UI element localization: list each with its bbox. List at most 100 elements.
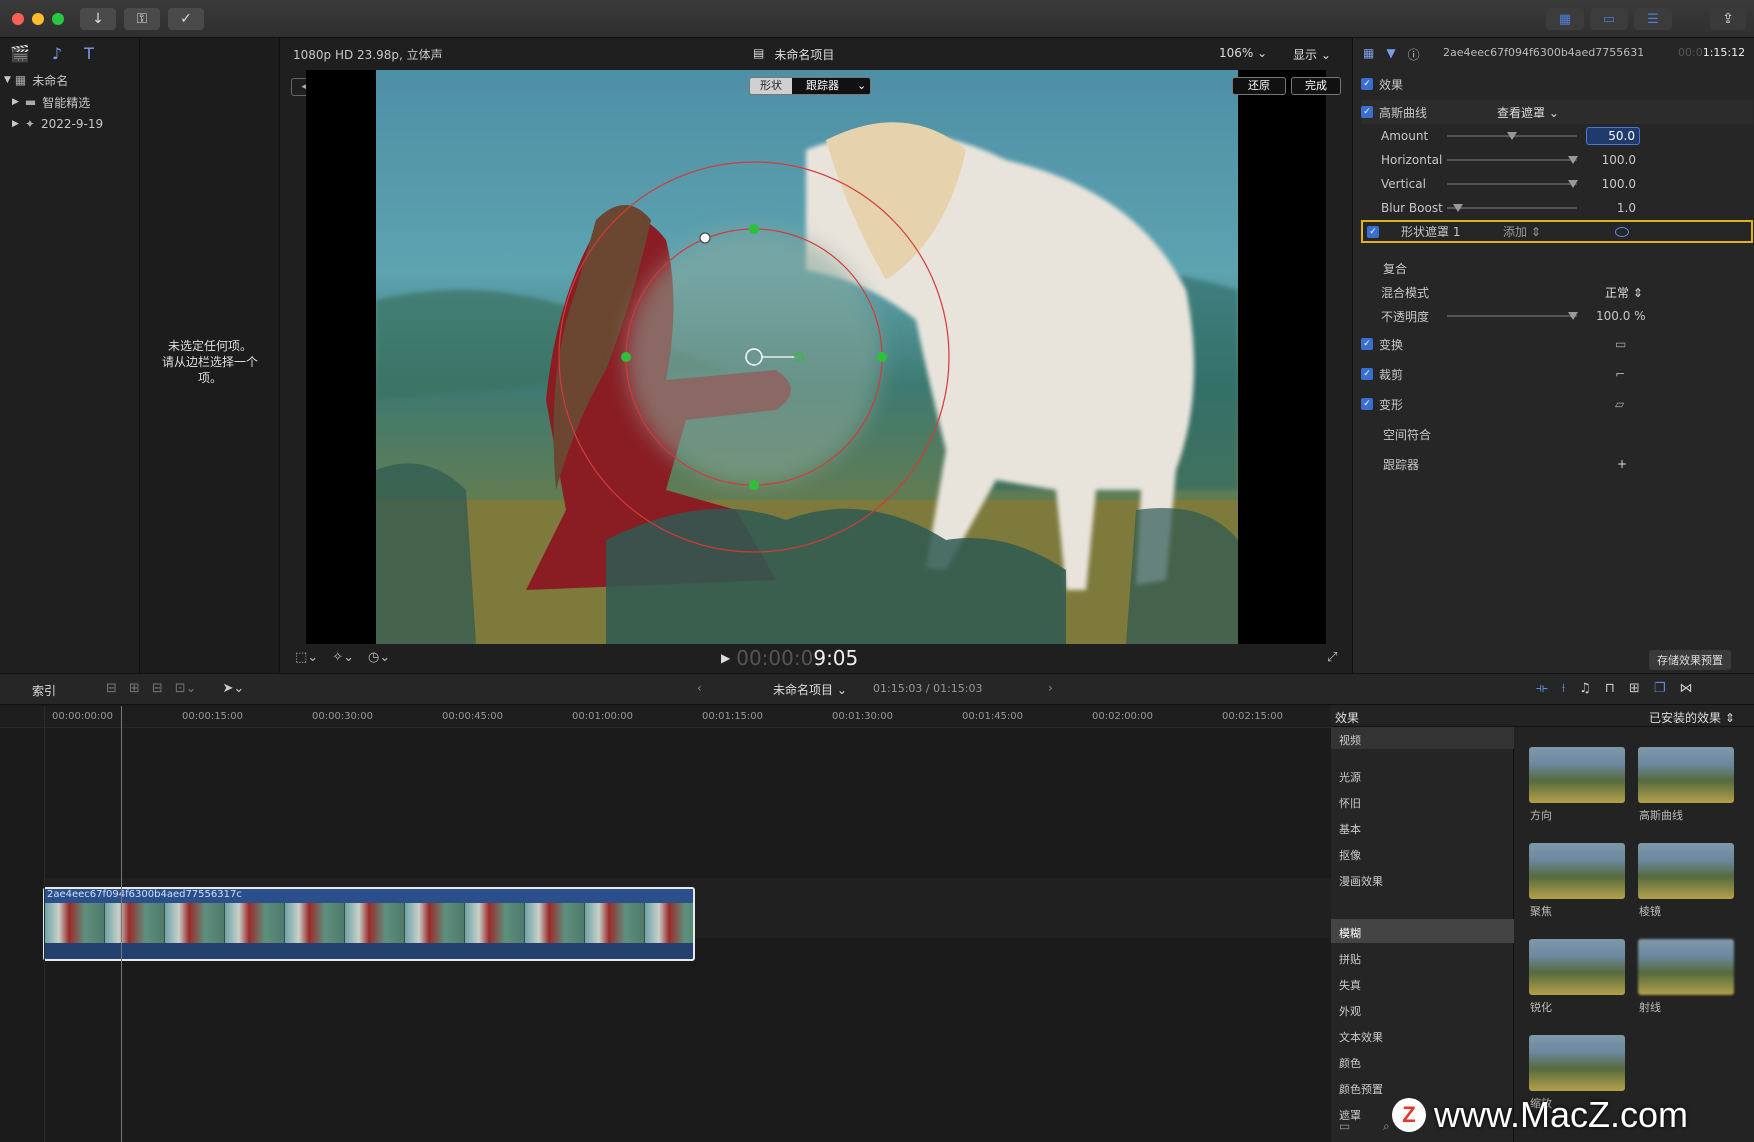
effects-browser-icon[interactable]: ❐ bbox=[1654, 681, 1666, 696]
done-button[interactable]: 完成 bbox=[1291, 77, 1341, 95]
tracker-tab[interactable]: 跟踪器 bbox=[792, 78, 853, 94]
distort-checkbox[interactable]: ✓ bbox=[1361, 398, 1373, 410]
mask-mode-control[interactable]: 形状 跟踪器 ⌄ bbox=[749, 77, 872, 95]
blend-mode-menu[interactable]: 正常 ⇕ bbox=[1605, 284, 1643, 301]
effect-thumb-zoom[interactable] bbox=[1529, 1035, 1625, 1091]
distort-onscreen-icon[interactable]: ▱ bbox=[1615, 397, 1624, 411]
index-button[interactable]: 索引 bbox=[32, 682, 56, 699]
timeline-toggle-button[interactable]: ▭ bbox=[1590, 8, 1628, 30]
clip-appearance-icon[interactable]: ⊞ bbox=[1629, 681, 1640, 696]
timeline-clip[interactable]: 2ae4eec67f094f6300b4aed77556317c bbox=[43, 887, 695, 961]
skimming-icon[interactable]: ⟛ bbox=[1536, 681, 1548, 696]
crop-section[interactable]: ✓ 裁剪 ⌐ bbox=[1361, 362, 1753, 386]
video-inspector-icon[interactable]: ▦ bbox=[1363, 46, 1374, 63]
snapping-icon[interactable]: ⊓ bbox=[1605, 681, 1615, 696]
vertical-value[interactable]: 100.0 bbox=[1596, 177, 1636, 191]
enhance-tool-icon[interactable]: ✧⌄ bbox=[332, 650, 354, 665]
shape-tab[interactable]: 形状 bbox=[750, 78, 792, 94]
tracker-menu-chevron[interactable]: ⌄ bbox=[853, 78, 871, 94]
connect-clip-icon[interactable]: ⊟ bbox=[106, 681, 117, 696]
category-item[interactable]: 怀旧 bbox=[1339, 795, 1361, 811]
shape-mask-checkbox[interactable]: ✓ bbox=[1367, 225, 1379, 238]
insert-clip-icon[interactable]: ⊞ bbox=[129, 681, 140, 696]
view-mask-menu[interactable]: 查看遮罩 ⌄ bbox=[1497, 104, 1559, 121]
effects-checkbox[interactable]: ✓ bbox=[1361, 78, 1373, 90]
project-menu[interactable]: 未命名项目 ⌄ bbox=[773, 681, 847, 698]
history-forward-icon[interactable]: › bbox=[1048, 681, 1053, 695]
category-item[interactable]: 拼贴 bbox=[1339, 951, 1361, 967]
minimize-window-button[interactable] bbox=[32, 13, 44, 25]
import-button[interactable]: ↓ bbox=[80, 8, 116, 30]
slider-knob[interactable] bbox=[1507, 132, 1517, 140]
library-root[interactable]: ▼ ▦ 未命名 bbox=[4, 70, 68, 90]
select-tool-icon[interactable]: ➤⌄ bbox=[223, 681, 245, 696]
category-item[interactable]: 抠像 bbox=[1339, 847, 1361, 863]
keywords-button[interactable]: ⚿ bbox=[124, 8, 160, 30]
append-clip-icon[interactable]: ⊟ bbox=[152, 681, 163, 696]
headphones-icon[interactable]: ♫ bbox=[1579, 681, 1591, 696]
amount-value-field[interactable]: 50.0 bbox=[1586, 127, 1640, 145]
add-tracker-icon[interactable]: + bbox=[1617, 457, 1627, 471]
effect-thumb-prism[interactable] bbox=[1638, 843, 1734, 899]
sidebar-toggle-icon[interactable]: ▭ bbox=[1339, 1119, 1350, 1133]
zoom-menu[interactable]: 106% ⌄ bbox=[1219, 46, 1267, 60]
opacity-slider[interactable] bbox=[1447, 315, 1577, 317]
info-icon[interactable]: ⓘ bbox=[1408, 46, 1420, 63]
param-row-blur-boost[interactable]: Blur Boost 1.0 bbox=[1361, 196, 1753, 220]
effect-thumb-direction[interactable] bbox=[1529, 747, 1625, 803]
category-item[interactable]: 颜色 bbox=[1339, 1055, 1361, 1071]
timeline-ruler[interactable]: 00:00:00:00 00:00:15:00 00:00:30:00 00:0… bbox=[0, 706, 1331, 728]
audio-skimming-icon[interactable]: ⟊ bbox=[1562, 681, 1565, 696]
category-item[interactable]: 外观 bbox=[1339, 1003, 1361, 1019]
background-tasks-button[interactable]: ✓ bbox=[168, 8, 204, 30]
param-row-horizontal[interactable]: Horizontal 100.0 bbox=[1361, 148, 1753, 172]
zoom-window-button[interactable] bbox=[52, 13, 64, 25]
display-menu[interactable]: 显示 ⌄ bbox=[1293, 46, 1331, 63]
library-item-smart-collections[interactable]: ▶ ▬ 智能精选 bbox=[12, 92, 90, 112]
horizontal-value[interactable]: 100.0 bbox=[1596, 153, 1636, 167]
blur-boost-value[interactable]: 1.0 bbox=[1596, 201, 1636, 215]
speed-tool-icon[interactable]: ◷⌄ bbox=[368, 650, 390, 665]
color-inspector-icon[interactable]: ▼ bbox=[1386, 46, 1395, 63]
effect-thumb-radial[interactable] bbox=[1638, 939, 1734, 995]
blend-mode-row[interactable]: 混合模式 正常 ⇕ bbox=[1361, 280, 1753, 304]
vertical-slider[interactable] bbox=[1447, 183, 1577, 185]
crop-onscreen-icon[interactable]: ⌐ bbox=[1615, 367, 1625, 381]
category-item[interactable]: 颜色预置 bbox=[1339, 1081, 1383, 1097]
transitions-browser-icon[interactable]: ⋈ bbox=[1679, 681, 1692, 696]
browser-toggle-button[interactable]: ▦ bbox=[1546, 8, 1584, 30]
slider-knob[interactable] bbox=[1568, 312, 1578, 320]
effect-thumb-sharpen[interactable] bbox=[1529, 939, 1625, 995]
slider-knob[interactable] bbox=[1453, 204, 1463, 212]
transform-section[interactable]: ✓ 变换 ▭ bbox=[1361, 332, 1753, 356]
distort-section[interactable]: ✓ 变形 ▱ bbox=[1361, 392, 1753, 416]
overwrite-clip-icon[interactable]: ⊡⌄ bbox=[175, 681, 197, 696]
opacity-value[interactable]: 100.0 % bbox=[1596, 309, 1654, 323]
crop-checkbox[interactable]: ✓ bbox=[1361, 368, 1373, 380]
transform-onscreen-icon[interactable]: ▭ bbox=[1615, 337, 1626, 351]
category-item[interactable]: 文本效果 bbox=[1339, 1029, 1383, 1045]
effects-section[interactable]: ✓ 效果 bbox=[1361, 72, 1753, 96]
titles-generators-icon[interactable]: T bbox=[84, 44, 94, 63]
reset-button[interactable]: 还原 bbox=[1232, 77, 1286, 95]
close-window-button[interactable] bbox=[12, 13, 24, 25]
play-icon[interactable]: ▶ bbox=[721, 651, 730, 665]
mask-add-menu[interactable]: 添加 ⇕ bbox=[1503, 223, 1541, 240]
category-blur-selected[interactable]: 模糊 bbox=[1339, 925, 1361, 941]
composite-section[interactable]: 复合 bbox=[1361, 256, 1753, 280]
save-effects-preset-button[interactable]: 存储效果预置 bbox=[1649, 650, 1731, 670]
category-item[interactable]: 失真 bbox=[1339, 977, 1361, 993]
gaussian-effect-row[interactable]: ✓ 高斯曲线 查看遮罩 ⌄ bbox=[1361, 100, 1753, 124]
transform-checkbox[interactable]: ✓ bbox=[1361, 338, 1373, 350]
param-row-vertical[interactable]: Vertical 100.0 bbox=[1361, 172, 1753, 196]
category-item[interactable]: 光源 bbox=[1339, 769, 1361, 785]
shape-mask-row[interactable]: ✓ 形状遮罩 1 添加 ⇕ bbox=[1361, 220, 1753, 243]
category-item[interactable]: 漫画效果 bbox=[1339, 873, 1383, 889]
library-item-event[interactable]: ▶ ✦ 2022-9-19 bbox=[12, 114, 103, 134]
effect-thumb-focus[interactable] bbox=[1529, 843, 1625, 899]
spatial-conform-section[interactable]: 空间符合 bbox=[1361, 422, 1753, 446]
blur-boost-slider[interactable] bbox=[1447, 207, 1577, 209]
tracker-section[interactable]: 跟踪器 + bbox=[1361, 452, 1753, 476]
param-row-amount[interactable]: Amount 50.0 bbox=[1361, 124, 1753, 148]
history-back-icon[interactable]: ‹ bbox=[697, 681, 702, 695]
